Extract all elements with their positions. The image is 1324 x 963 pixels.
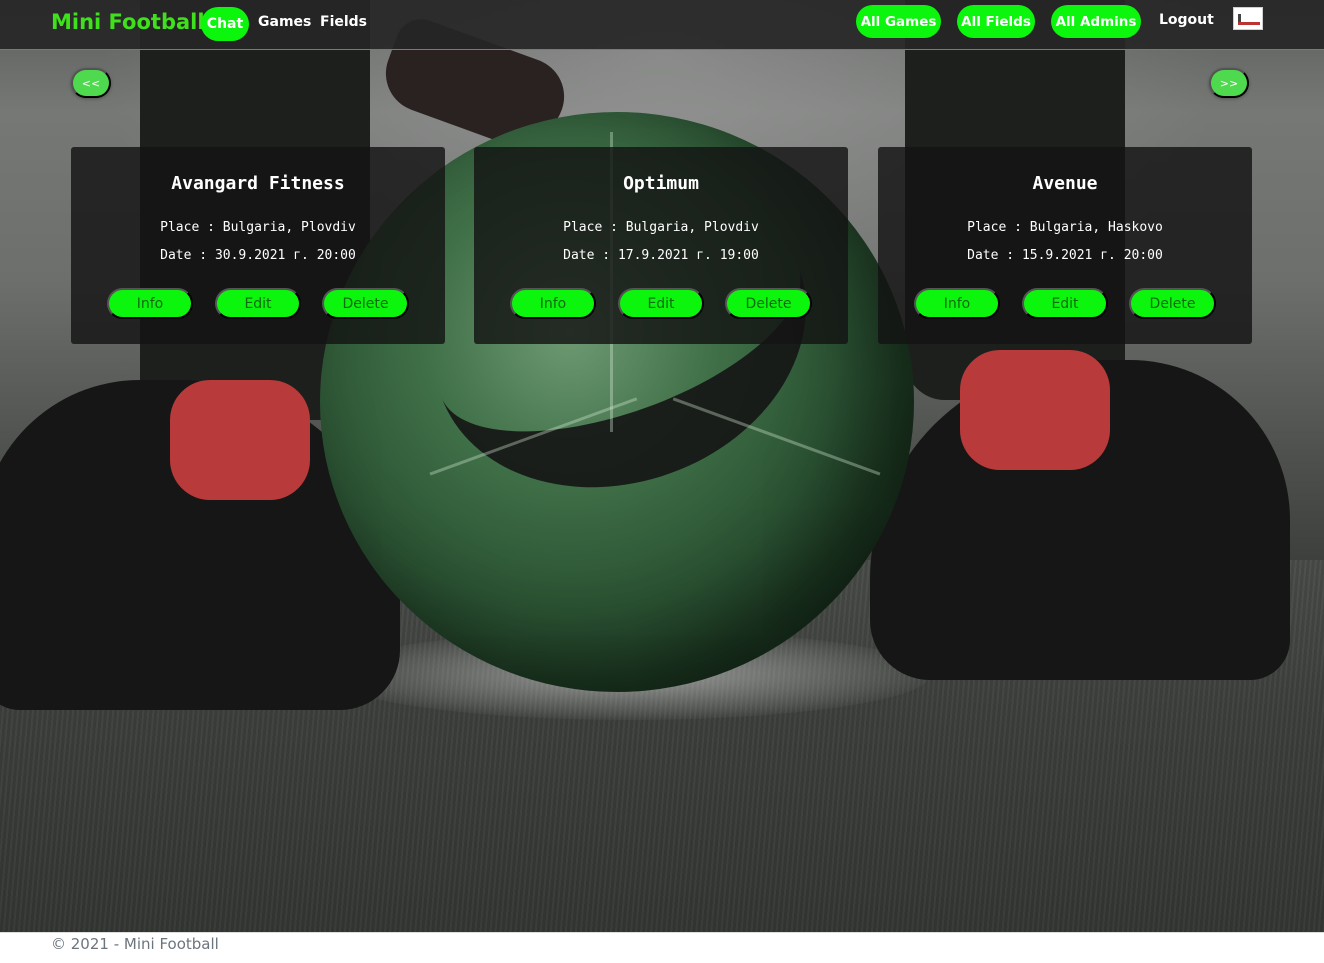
- brand-link[interactable]: Mini Football: [51, 10, 205, 34]
- shoe-accent: [170, 380, 310, 500]
- top-navbar: Mini Football Chat Games Fields All Game…: [0, 0, 1324, 50]
- field-card: Optimum Place : Bulgaria, Plovdiv Date :…: [474, 147, 848, 344]
- info-button[interactable]: Info: [107, 288, 193, 319]
- field-card-title: Optimum: [623, 173, 699, 194]
- all-admins-button[interactable]: All Admins: [1051, 5, 1141, 38]
- nav-fields-link[interactable]: Fields: [320, 14, 367, 30]
- carousel-prev-button[interactable]: <<: [71, 68, 111, 98]
- info-button[interactable]: Info: [914, 288, 1000, 319]
- field-card-place: Place : Bulgaria, Plovdiv: [563, 220, 759, 235]
- field-card-date: Date : 30.9.2021 г. 20:00: [160, 248, 356, 263]
- field-card-place: Place : Bulgaria, Haskovo: [967, 220, 1163, 235]
- user-avatar-icon[interactable]: [1233, 7, 1263, 30]
- field-card-title: Avangard Fitness: [171, 173, 345, 194]
- field-card-date: Date : 15.9.2021 г. 20:00: [967, 248, 1163, 263]
- edit-button[interactable]: Edit: [1022, 288, 1108, 319]
- field-card-title: Avenue: [1032, 173, 1098, 194]
- field-card: Avangard Fitness Place : Bulgaria, Plovd…: [71, 147, 445, 344]
- delete-button[interactable]: Delete: [725, 288, 812, 319]
- avatar-shape: [1238, 22, 1260, 25]
- delete-button[interactable]: Delete: [322, 288, 409, 319]
- all-games-button[interactable]: All Games: [856, 5, 941, 38]
- nav-games-link[interactable]: Games: [258, 14, 311, 30]
- logout-link[interactable]: Logout: [1159, 12, 1214, 28]
- page-footer: © 2021 - Mini Football: [0, 932, 1324, 963]
- field-card-date: Date : 17.9.2021 г. 19:00: [563, 248, 759, 263]
- delete-button[interactable]: Delete: [1129, 288, 1216, 319]
- footer-copyright: © 2021 - Mini Football: [51, 935, 219, 953]
- field-card-place: Place : Bulgaria, Plovdiv: [160, 220, 356, 235]
- shoe-accent: [960, 350, 1110, 470]
- carousel-next-button[interactable]: >>: [1209, 68, 1249, 98]
- nav-chat-link[interactable]: Chat: [201, 7, 249, 41]
- ball-seam: [639, 397, 881, 567]
- background-image: [0, 0, 1324, 932]
- all-fields-button[interactable]: All Fields: [957, 5, 1035, 38]
- edit-button[interactable]: Edit: [215, 288, 301, 319]
- info-button[interactable]: Info: [510, 288, 596, 319]
- field-card: Avenue Place : Bulgaria, Haskovo Date : …: [878, 147, 1252, 344]
- edit-button[interactable]: Edit: [618, 288, 704, 319]
